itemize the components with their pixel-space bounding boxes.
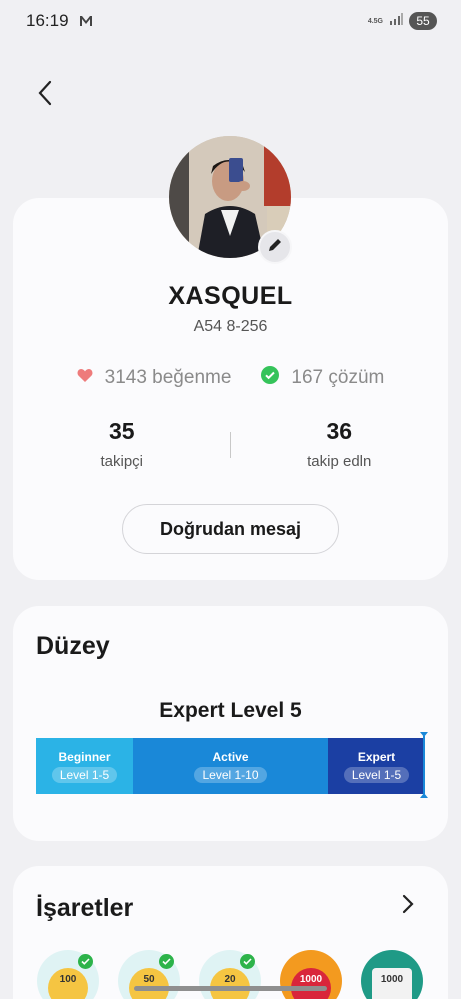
chevron-right-icon xyxy=(402,894,414,919)
current-level-marker xyxy=(420,732,428,798)
follow-row: 35 takipçi 36 takip edln xyxy=(13,418,448,478)
badge-label: 1000 xyxy=(372,968,412,999)
level-segment-active: Active Level 1-10 xyxy=(133,738,328,794)
avatar-wrap xyxy=(169,136,292,264)
stats-row: 3143 beğenme 167 çözüm xyxy=(13,366,448,390)
edit-avatar-button[interactable] xyxy=(258,230,292,264)
username: XASQUEL xyxy=(168,282,293,310)
clock: 16:19 xyxy=(26,11,69,30)
level-segment-expert: Expert Level 1-5 xyxy=(328,738,425,794)
chevron-left-icon xyxy=(37,80,53,111)
following-count: 36 xyxy=(326,418,353,444)
likes-stat: 3143 beğenme xyxy=(77,366,232,390)
badge-label: 50 xyxy=(129,968,169,999)
checkmark-icon xyxy=(240,954,255,969)
badges-list: 100 50 20 1000 1000 xyxy=(37,950,423,999)
home-indicator[interactable] xyxy=(134,986,327,991)
solutions-stat: 167 çözüm xyxy=(261,366,384,390)
gmail-icon xyxy=(79,14,93,28)
segment-name: Beginner xyxy=(58,749,111,764)
following-label: takip edln xyxy=(307,453,372,470)
badge-label: 1000 xyxy=(291,968,331,999)
badges-section-title: İşaretler xyxy=(36,894,134,922)
checkmark-icon xyxy=(78,954,93,969)
status-left: 16:19 xyxy=(26,11,93,31)
device-subtitle: A54 8-256 xyxy=(193,318,268,335)
badge-label: 20 xyxy=(210,968,250,999)
signal-icon xyxy=(389,12,403,30)
level-card: Düzey Expert Level 5 Beginner Level 1-5 … xyxy=(13,606,448,841)
status-right: 4.5G 55 xyxy=(368,12,437,30)
battery-indicator: 55 xyxy=(409,12,437,30)
back-button[interactable] xyxy=(30,80,60,110)
badge-50[interactable]: 50 xyxy=(118,950,180,999)
level-segment-beginner: Beginner Level 1-5 xyxy=(36,738,133,794)
status-bar: 16:19 4.5G 55 xyxy=(0,0,461,42)
followers-count: 35 xyxy=(108,418,135,444)
segment-name: Expert xyxy=(357,749,396,764)
badges-card: İşaretler 100 50 20 1000 1000 xyxy=(13,866,448,999)
badge-20[interactable]: 20 xyxy=(199,950,261,999)
checkmark-icon xyxy=(159,954,174,969)
following-stat[interactable]: 36 takip edln xyxy=(231,418,449,478)
solutions-count: 167 çözüm xyxy=(291,367,385,388)
level-section-title: Düzey xyxy=(36,632,110,660)
badge-1000-book[interactable]: 1000 xyxy=(361,950,423,999)
badge-label: 100 xyxy=(48,968,88,999)
current-level: Expert Level 5 xyxy=(159,699,302,722)
level-progress-bar: Beginner Level 1-5 Active Level 1-10 Exp… xyxy=(36,732,428,798)
pencil-icon xyxy=(267,237,283,258)
badges-more-button[interactable] xyxy=(396,894,420,918)
segment-range: Level 1-10 xyxy=(194,766,267,783)
network-indicator: 4.5G xyxy=(367,17,383,25)
likes-count: 3143 beğenme xyxy=(104,367,232,388)
segment-range: Level 1-5 xyxy=(343,766,410,783)
followers-label: takipçi xyxy=(100,453,144,470)
segment-range: Level 1-5 xyxy=(51,766,118,783)
followers-stat[interactable]: 35 takipçi xyxy=(13,418,231,478)
follow-divider xyxy=(230,432,231,458)
badge-100[interactable]: 100 xyxy=(37,950,99,999)
check-circle-icon xyxy=(261,366,280,390)
segment-name: Active xyxy=(212,749,249,764)
direct-message-button[interactable]: Doğrudan mesaj xyxy=(122,504,339,554)
heart-icon xyxy=(77,367,93,389)
badge-1000-heart[interactable]: 1000 xyxy=(280,950,342,999)
